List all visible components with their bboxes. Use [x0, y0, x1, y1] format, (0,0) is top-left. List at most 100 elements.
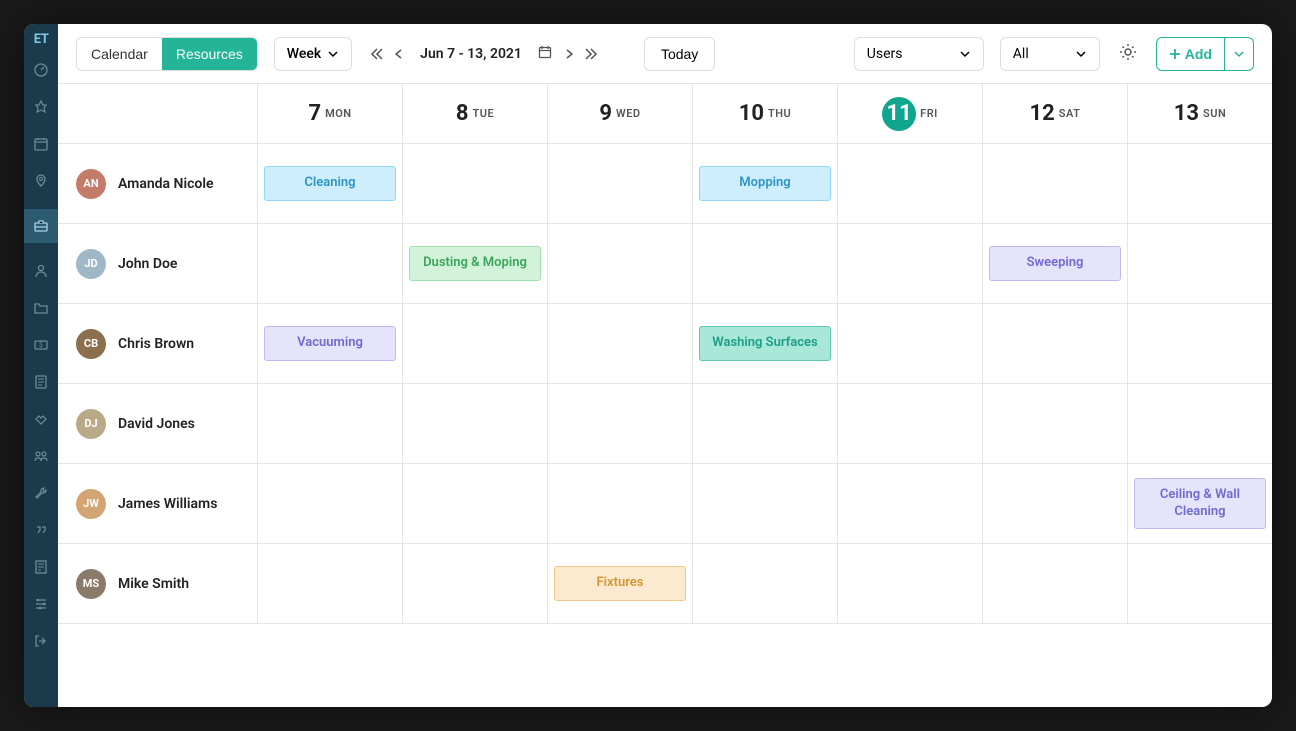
resource-name: David Jones — [118, 416, 195, 432]
calendar-icon[interactable] — [534, 44, 556, 63]
calendar-cell[interactable] — [838, 464, 983, 543]
sidebar-quotes-icon[interactable] — [32, 521, 50, 539]
calendar-cell[interactable] — [693, 384, 838, 463]
settings-button[interactable] — [1116, 42, 1140, 66]
calendar-cell[interactable] — [548, 224, 693, 303]
sidebar-handshake-icon[interactable] — [32, 410, 50, 428]
filter-users[interactable]: Users — [854, 37, 984, 71]
calendar-cell[interactable] — [548, 464, 693, 543]
calendar-cell[interactable] — [403, 544, 548, 623]
sidebar-team-icon[interactable] — [32, 447, 50, 465]
day-header-wed[interactable]: 9WED — [548, 84, 693, 143]
event[interactable]: Ceiling & Wall Cleaning — [1134, 478, 1266, 530]
calendar-cell[interactable]: Dusting & Moping — [403, 224, 548, 303]
calendar-cell[interactable] — [548, 144, 693, 223]
day-header-sun[interactable]: 13SUN — [1128, 84, 1272, 143]
event[interactable]: Washing Surfaces — [699, 326, 831, 361]
view-select-label: Week — [287, 46, 321, 62]
day-header-sat[interactable]: 12SAT — [983, 84, 1128, 143]
today-button[interactable]: Today — [644, 37, 715, 71]
calendar-cell[interactable] — [403, 464, 548, 543]
sidebar-money-icon[interactable]: $ — [32, 336, 50, 354]
next-fast-button[interactable] — [582, 42, 600, 66]
calendar-cell[interactable] — [983, 464, 1128, 543]
prev-button[interactable] — [390, 42, 408, 66]
calendar-cell[interactable] — [1128, 304, 1272, 383]
sidebar-logout-icon[interactable] — [32, 632, 50, 650]
day-header-fri[interactable]: 11FRI — [838, 84, 983, 143]
calendar-cell[interactable] — [1128, 144, 1272, 223]
view-select[interactable]: Week — [274, 37, 352, 71]
filter-users-label: Users — [867, 46, 903, 62]
tab-calendar[interactable]: Calendar — [77, 38, 162, 70]
calendar-cell[interactable] — [1128, 544, 1272, 623]
sidebar-sliders-icon[interactable] — [32, 595, 50, 613]
resource-label[interactable]: JDJohn Doe — [58, 224, 258, 303]
event[interactable]: Sweeping — [989, 246, 1121, 281]
calendar-cell[interactable]: Sweeping — [983, 224, 1128, 303]
main-panel: Calendar Resources Week Jun 7 - 13, 2021 — [58, 24, 1272, 707]
calendar-cell[interactable]: Mopping — [693, 144, 838, 223]
calendar-cell[interactable]: Cleaning — [258, 144, 403, 223]
calendar-cell[interactable] — [693, 224, 838, 303]
sidebar-person-icon[interactable] — [32, 262, 50, 280]
calendar-cell[interactable]: Vacuuming — [258, 304, 403, 383]
calendar-cell[interactable]: Ceiling & Wall Cleaning — [1128, 464, 1272, 543]
event[interactable]: Cleaning — [264, 166, 396, 201]
prev-fast-button[interactable] — [368, 42, 386, 66]
calendar-cell[interactable] — [983, 544, 1128, 623]
sidebar-receipt-icon[interactable] — [32, 558, 50, 576]
sidebar-wrench-icon[interactable] — [32, 484, 50, 502]
event[interactable]: Vacuuming — [264, 326, 396, 361]
calendar-cell[interactable] — [403, 304, 548, 383]
calendar-cell[interactable] — [693, 464, 838, 543]
sidebar-briefcase-icon[interactable] — [24, 209, 58, 243]
resource-label[interactable]: ANAmanda Nicole — [58, 144, 258, 223]
day-header-tue[interactable]: 8TUE — [403, 84, 548, 143]
calendar-cell[interactable] — [983, 304, 1128, 383]
resource-label[interactable]: DJDavid Jones — [58, 384, 258, 463]
calendar-cell[interactable]: Washing Surfaces — [693, 304, 838, 383]
day-header-thu[interactable]: 10THU — [693, 84, 838, 143]
calendar-cell[interactable]: Fixtures — [548, 544, 693, 623]
sidebar-document-icon[interactable] — [32, 373, 50, 391]
app-window: ET $ Calendar Resources Week Jun 7 - 13,… — [24, 24, 1272, 707]
calendar-cell[interactable] — [1128, 224, 1272, 303]
day-name: FRI — [920, 107, 938, 120]
calendar-cell[interactable] — [983, 384, 1128, 463]
calendar-cell[interactable] — [693, 544, 838, 623]
add-group: Add — [1156, 37, 1254, 71]
calendar-cell[interactable] — [258, 384, 403, 463]
sidebar-location-icon[interactable] — [32, 172, 50, 190]
resource-label[interactable]: MSMike Smith — [58, 544, 258, 623]
calendar-cell[interactable] — [838, 144, 983, 223]
next-button[interactable] — [560, 42, 578, 66]
filter-all[interactable]: All — [1000, 37, 1100, 71]
event[interactable]: Fixtures — [554, 566, 686, 601]
calendar-cell[interactable] — [983, 144, 1128, 223]
sidebar-dashboard-icon[interactable] — [32, 61, 50, 79]
sidebar-calendar-icon[interactable] — [32, 135, 50, 153]
calendar-cell[interactable] — [258, 464, 403, 543]
calendar-cell[interactable] — [548, 304, 693, 383]
calendar-cell[interactable] — [838, 544, 983, 623]
sidebar-target-icon[interactable] — [32, 98, 50, 116]
calendar-cell[interactable] — [258, 544, 403, 623]
add-dropdown[interactable] — [1225, 37, 1254, 71]
calendar-cell[interactable] — [838, 224, 983, 303]
calendar-cell[interactable] — [838, 384, 983, 463]
day-header-mon[interactable]: 7MON — [258, 84, 403, 143]
add-button[interactable]: Add — [1156, 37, 1225, 71]
tab-resources[interactable]: Resources — [162, 38, 257, 70]
event[interactable]: Mopping — [699, 166, 831, 201]
calendar-cell[interactable] — [838, 304, 983, 383]
calendar-cell[interactable] — [403, 384, 548, 463]
calendar-cell[interactable] — [258, 224, 403, 303]
calendar-cell[interactable] — [403, 144, 548, 223]
event[interactable]: Dusting & Moping — [409, 246, 541, 281]
sidebar-folder-icon[interactable] — [32, 299, 50, 317]
calendar-cell[interactable] — [1128, 384, 1272, 463]
resource-label[interactable]: CBChris Brown — [58, 304, 258, 383]
calendar-cell[interactable] — [548, 384, 693, 463]
resource-label[interactable]: JWJames Williams — [58, 464, 258, 543]
